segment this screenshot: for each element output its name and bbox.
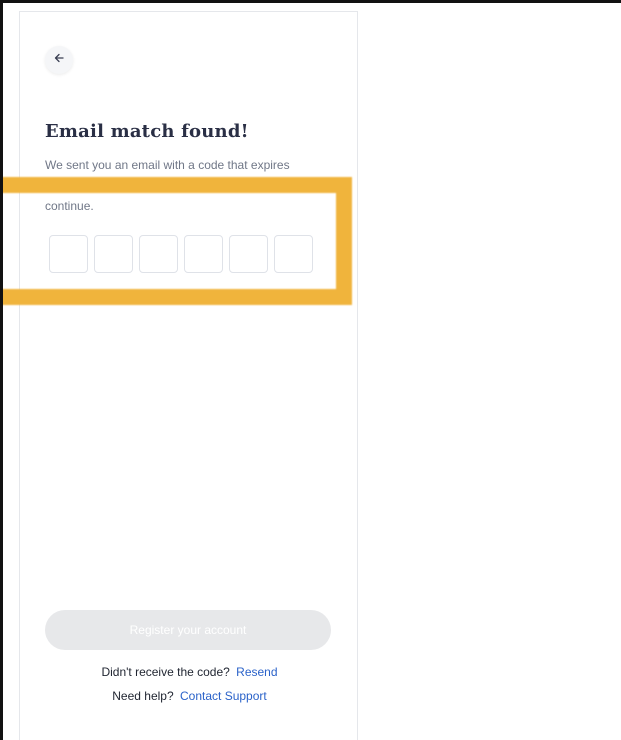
code-digit-input[interactable] [139,235,178,273]
description-text: We sent you an email with a code that ex… [45,158,290,172]
resend-prompt: Didn't receive the code? [101,665,230,679]
code-digit-input[interactable] [229,235,268,273]
code-input-group [49,235,313,273]
description-text-continued: continue. [45,199,94,213]
page-title: Email match found! [45,121,249,142]
back-button[interactable] [45,46,73,74]
resend-row: Didn't receive the code? Resend [20,665,359,679]
register-button[interactable]: Register your account [45,610,331,650]
code-digit-input[interactable] [274,235,313,273]
contact-support-link[interactable]: Contact Support [180,689,267,703]
verification-panel: Email match found! We sent you an email … [19,11,358,740]
resend-link[interactable]: Resend [236,665,277,679]
help-prompt: Need help? [112,689,174,703]
code-digit-input[interactable] [94,235,133,273]
help-row: Need help? Contact Support [20,689,359,703]
arrow-left-icon [53,51,65,69]
code-digit-input[interactable] [184,235,223,273]
code-digit-input[interactable] [49,235,88,273]
